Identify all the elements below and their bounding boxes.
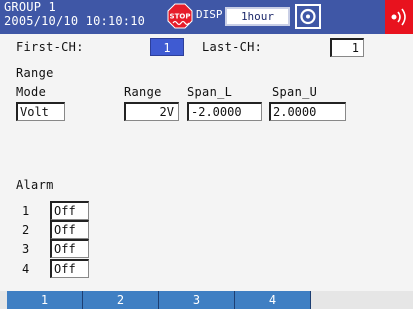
softkey-4[interactable]: 4 — [235, 291, 311, 309]
mode-label: Mode — [16, 85, 47, 99]
mode-field[interactable]: Volt — [16, 102, 65, 121]
softkey-1[interactable]: 1 — [7, 291, 83, 309]
span-u-field[interactable]: 2.0000 — [269, 102, 346, 121]
range-label: Range — [124, 85, 162, 99]
alarm-field-4[interactable]: Off — [50, 259, 89, 278]
screen: GROUP 1 2005/10/10 10:10:10 STOP DISP 1h… — [0, 0, 413, 309]
alarm-number: 1 — [22, 204, 30, 218]
alarm-field-2[interactable]: Off — [50, 220, 89, 239]
group-label: GROUP 1 — [4, 0, 56, 14]
span-u-label: Span_U — [272, 85, 318, 99]
alarm-number: 3 — [22, 242, 30, 256]
span-l-field[interactable]: -2.0000 — [187, 102, 262, 121]
span-l-label: Span_L — [187, 85, 233, 99]
disp-label: DISP — [196, 8, 223, 21]
status-header: GROUP 1 2005/10/10 10:10:10 STOP DISP 1h… — [0, 0, 413, 34]
stop-icon-text: STOP — [170, 13, 191, 21]
last-ch-field[interactable]: 1 — [330, 38, 364, 57]
alarm-indicator-icon — [385, 0, 413, 34]
alarm-field-1[interactable]: Off — [50, 201, 89, 220]
alarm-section-label: Alarm — [16, 178, 54, 192]
alarm-number: 2 — [22, 223, 30, 237]
alarm-field-3[interactable]: Off — [50, 239, 89, 258]
last-ch-label: Last-CH: — [202, 40, 263, 54]
first-ch-field[interactable]: 1 — [150, 38, 184, 56]
softkey-3[interactable]: 3 — [159, 291, 235, 309]
softkey-bar: 1 2 3 4 — [0, 291, 413, 309]
range-field[interactable]: 2V — [124, 102, 179, 121]
camera-icon[interactable] — [294, 3, 322, 30]
stop-icon: STOP — [167, 3, 193, 31]
timescale-box[interactable]: 1hour — [225, 7, 290, 26]
first-ch-label: First-CH: — [16, 40, 84, 54]
range-section-label: Range — [16, 66, 54, 80]
alarm-number: 4 — [22, 262, 30, 276]
date-time: 2005/10/10 10:10:10 — [4, 14, 146, 28]
softkey-2[interactable]: 2 — [83, 291, 159, 309]
